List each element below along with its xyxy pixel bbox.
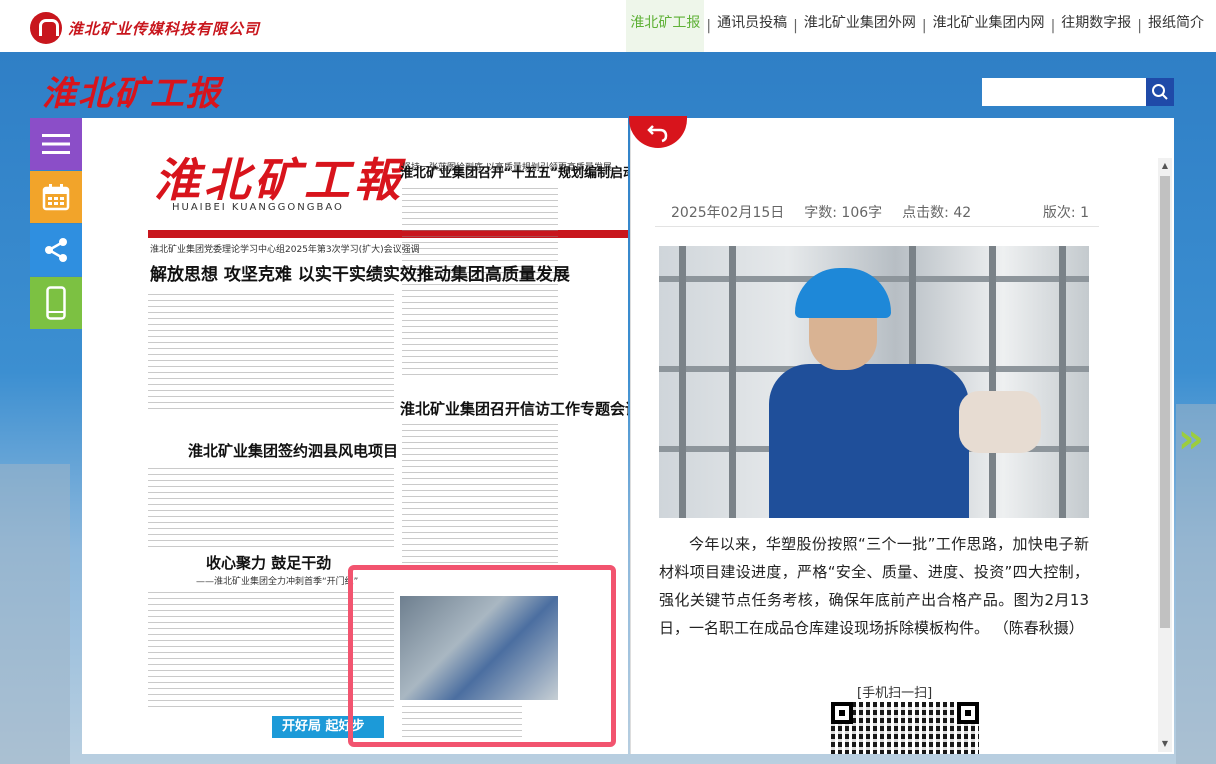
calendar-icon bbox=[42, 184, 70, 211]
worker-figure bbox=[769, 364, 969, 518]
work-glove bbox=[959, 391, 1041, 453]
company-logo-icon bbox=[30, 12, 62, 44]
article-click-count: 点击数: 42 bbox=[902, 205, 972, 221]
menu-button[interactable] bbox=[30, 118, 82, 170]
headline-planning-meeting[interactable]: 淮北矿业集团召开“十五五”规划编制启动会 bbox=[400, 162, 628, 181]
subhead-gather-strength: ——淮北矿业集团全力冲刺首季“开门红” bbox=[196, 577, 359, 587]
nav-separator: | bbox=[706, 18, 712, 34]
headline-gather-strength[interactable]: 收心聚力 鼓足干劲 bbox=[206, 552, 331, 573]
search-icon bbox=[1152, 84, 1168, 100]
search-button[interactable] bbox=[1146, 78, 1174, 106]
qr-finder-pattern bbox=[831, 702, 853, 724]
nav-separator: | bbox=[793, 18, 798, 34]
scrollbar-thumb[interactable] bbox=[1160, 176, 1170, 628]
nav-item-contributor-submission[interactable]: 通讯员投稿 bbox=[713, 0, 791, 52]
phone-icon bbox=[46, 286, 66, 320]
nav-item-past-issues[interactable]: 往期数字报 bbox=[1057, 0, 1135, 52]
background-building bbox=[0, 464, 70, 764]
text-block bbox=[402, 424, 558, 574]
article-date: 2025年02月15日 bbox=[671, 205, 785, 221]
text-block bbox=[148, 294, 394, 414]
scaffold-pole bbox=[1059, 246, 1066, 518]
newspaper-pinyin: HUAIBEI KUANGGONGBAO bbox=[172, 202, 344, 213]
share-button[interactable] bbox=[30, 224, 82, 276]
menu-icon bbox=[42, 134, 70, 154]
newspaper-logo: 淮北矿工報 bbox=[154, 153, 404, 207]
article-panel: 2025年02月15日 字数: 106字 点击数: 42 版次: 1 今年以来，… bbox=[630, 118, 1174, 754]
article-edition: 版次: 1 bbox=[1042, 205, 1089, 221]
back-arrow-icon bbox=[647, 125, 668, 143]
search-box bbox=[982, 78, 1174, 106]
mobile-button[interactable] bbox=[30, 277, 82, 329]
scroll-up-arrow-icon[interactable]: ▲ bbox=[1158, 158, 1172, 174]
meta-divider bbox=[655, 226, 1099, 227]
top-nav: 淮北矿工报 | 通讯员投稿 | 淮北矿业集团外网 | 淮北矿业集团内网 | 往期… bbox=[626, 0, 1208, 52]
company-brand[interactable]: 淮北矿业传媒科技有限公司 bbox=[30, 12, 260, 44]
side-toolbar bbox=[30, 118, 82, 330]
scan-qr-label: [手机扫一扫] bbox=[857, 686, 933, 701]
article-scrollbar[interactable]: ▲ ▼ bbox=[1158, 158, 1172, 752]
company-name: 淮北矿业传媒科技有限公司 bbox=[68, 19, 261, 38]
scaffold-pole bbox=[679, 246, 686, 518]
article-caption: 今年以来，华塑股份按照“三个一批”工作思路，加快电子新材料项目建设进度，严格“安… bbox=[659, 535, 1089, 637]
nav-item-newspaper-intro[interactable]: 报纸简介 bbox=[1144, 0, 1208, 52]
headline-wind-power[interactable]: 淮北矿业集团签约泗县风电项目 bbox=[188, 440, 398, 461]
nav-item-huaibei-kuanggongbao[interactable]: 淮北矿工报 bbox=[626, 0, 705, 52]
top-bar: 淮北矿业传媒科技有限公司 淮北矿工报 | 通讯员投稿 | 淮北矿业集团外网 | … bbox=[0, 0, 1216, 52]
nav-item-group-intranet[interactable]: 淮北矿业集团内网 bbox=[929, 0, 1049, 52]
search-input[interactable] bbox=[982, 78, 1146, 106]
article-photo[interactable] bbox=[659, 246, 1089, 518]
scaffold-pole bbox=[729, 246, 736, 518]
main-headline[interactable]: 解放思想 攻坚克难 以实干实绩实效推动集团高质量发展 bbox=[150, 260, 570, 285]
nav-item-group-external-site[interactable]: 淮北矿业集团外网 bbox=[800, 0, 920, 52]
scaffold-pole bbox=[989, 246, 996, 518]
article-meta: 2025年02月15日 字数: 106字 点击数: 42 版次: 1 bbox=[671, 202, 1089, 222]
masthead-title: 淮北矿工报 bbox=[42, 74, 222, 114]
nav-separator: | bbox=[1137, 18, 1142, 34]
scroll-down-arrow-icon[interactable]: ▼ bbox=[1158, 736, 1172, 752]
nav-separator: | bbox=[921, 18, 927, 34]
text-block bbox=[148, 468, 394, 548]
calendar-button[interactable] bbox=[30, 171, 82, 223]
nav-separator: | bbox=[1050, 18, 1056, 34]
share-icon bbox=[45, 238, 67, 262]
qr-finder-pattern bbox=[957, 702, 979, 724]
headline-petition-meeting[interactable]: 淮北矿业集团召开信访工作专题会议 bbox=[400, 398, 628, 419]
next-page-arrow-icon[interactable]: » bbox=[1178, 416, 1204, 462]
article-word-count: 字数: 106字 bbox=[804, 205, 883, 221]
main-kicker: 淮北矿业集团党委理论学习中心组2025年第3次学习(扩大)会议强调 bbox=[150, 245, 420, 255]
selected-article-highlight[interactable] bbox=[348, 565, 616, 747]
